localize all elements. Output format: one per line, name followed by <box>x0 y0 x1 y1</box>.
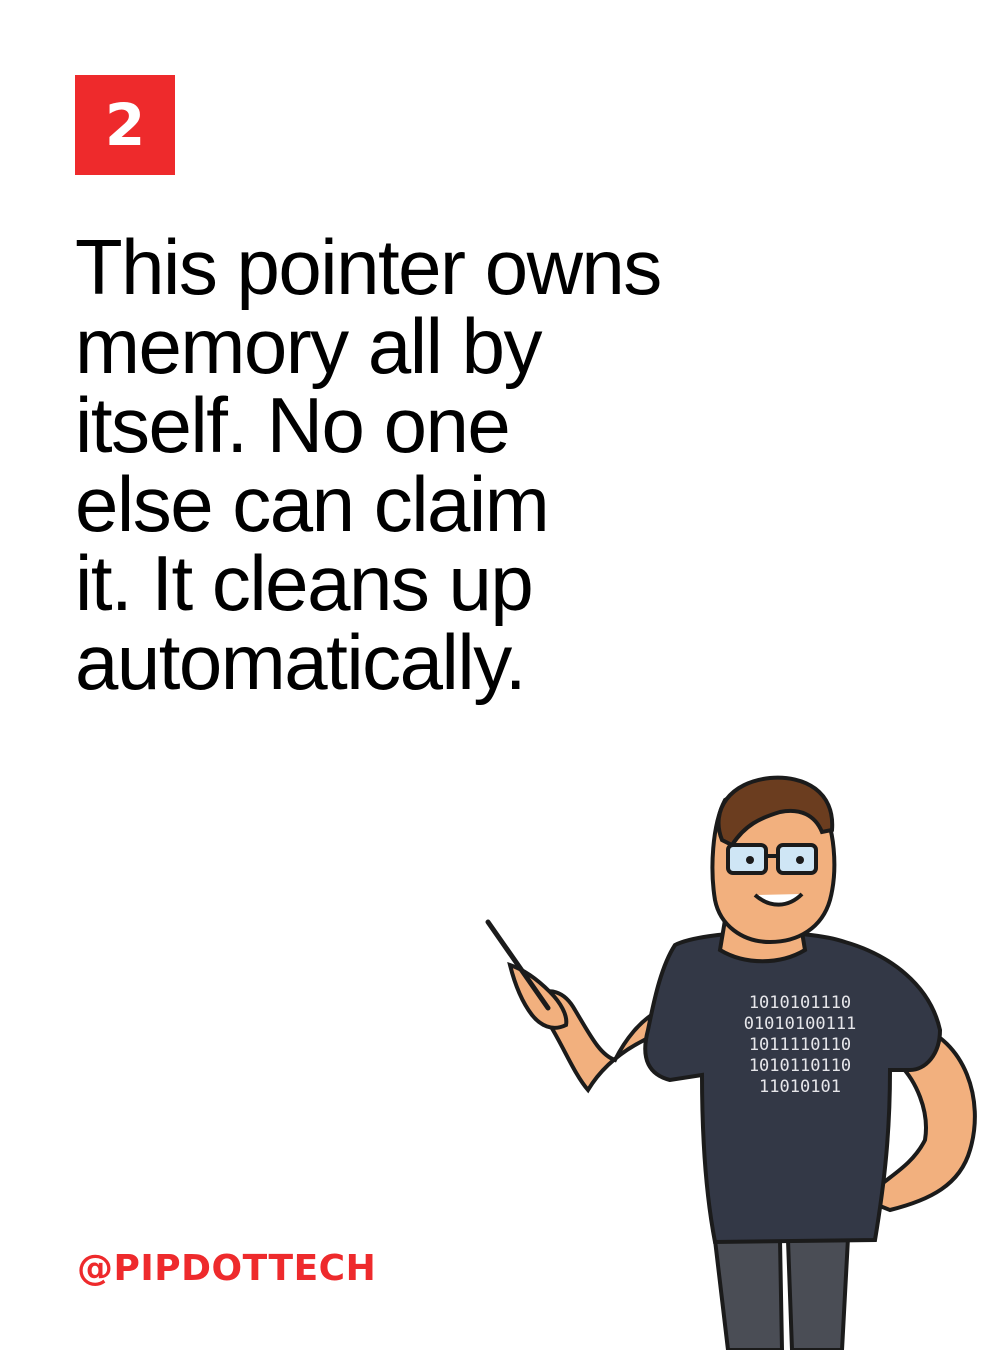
slide-number-badge: 2 <box>75 75 175 175</box>
headline-line: it. It cleans up <box>75 539 534 627</box>
headline-line: memory all by <box>75 302 542 390</box>
muscular-programmer-pointing-icon: 1010101110 01010100111 1011110110 101011… <box>485 775 977 1350</box>
author-handle: @PIPDOTTECH <box>77 1248 377 1289</box>
headline-line: else can claim <box>75 460 550 548</box>
shirt-binary-line: 1011110110 <box>749 1035 851 1055</box>
shirt-binary-line: 01010100111 <box>744 1014 857 1034</box>
headline: This pointer owns memory all by itself. … <box>75 228 775 702</box>
shirt-binary-line: 11010101 <box>759 1077 841 1097</box>
headline-line: automatically. <box>75 618 527 706</box>
shirt-binary-line: 1010101110 <box>749 993 851 1013</box>
headline-line: This pointer owns <box>75 223 662 311</box>
headline-line: itself. No one <box>75 381 511 469</box>
shirt-binary-line: 1010110110 <box>749 1056 851 1076</box>
